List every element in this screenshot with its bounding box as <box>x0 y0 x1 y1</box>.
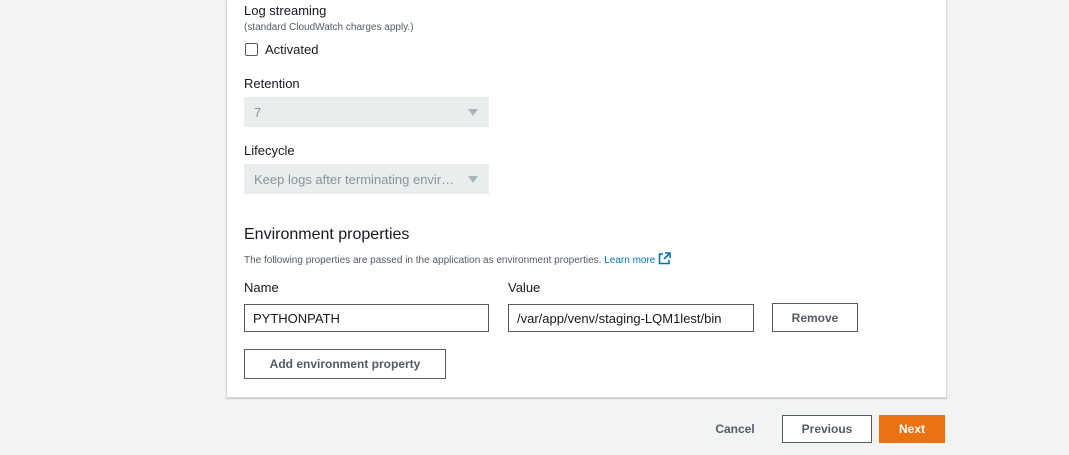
env-property-value-input[interactable] <box>508 304 754 332</box>
log-streaming-activated[interactable]: Activated <box>245 42 318 57</box>
remove-property-button[interactable]: Remove <box>772 303 858 332</box>
previous-button[interactable]: Previous <box>782 415 872 443</box>
env-property-name-input[interactable] <box>244 304 489 332</box>
activated-label[interactable]: Activated <box>265 42 318 57</box>
next-button[interactable]: Next <box>879 415 945 443</box>
lifecycle-select: Keep logs after terminating environment <box>244 164 489 194</box>
retention-select: 7 <box>244 97 489 127</box>
activated-checkbox[interactable] <box>245 43 258 56</box>
caret-down-icon <box>468 175 478 183</box>
env-properties-description: The following properties are passed in t… <box>244 255 602 266</box>
retention-value: 7 <box>254 104 262 120</box>
external-link-icon <box>659 252 672 265</box>
value-column-header: Value <box>508 280 541 295</box>
log-streaming-description: (standard CloudWatch charges apply.) <box>244 22 414 33</box>
add-environment-property-button[interactable]: Add environment property <box>244 349 446 379</box>
lifecycle-value: Keep logs after terminating environment <box>254 171 460 187</box>
name-column-header: Name <box>244 280 279 295</box>
log-streaming-title: Log streaming <box>244 3 327 18</box>
cancel-button[interactable]: Cancel <box>704 415 766 443</box>
retention-label: Retention <box>244 76 300 91</box>
caret-down-icon <box>468 108 478 116</box>
env-properties-heading: Environment properties <box>244 226 410 243</box>
lifecycle-label: Lifecycle <box>244 143 295 158</box>
learn-more-link[interactable]: Learn more <box>604 252 672 266</box>
env-properties-description-row: The following properties are passed in t… <box>244 252 672 266</box>
configure-updates-panel: Log streaming (standard CloudWatch charg… <box>226 0 947 398</box>
